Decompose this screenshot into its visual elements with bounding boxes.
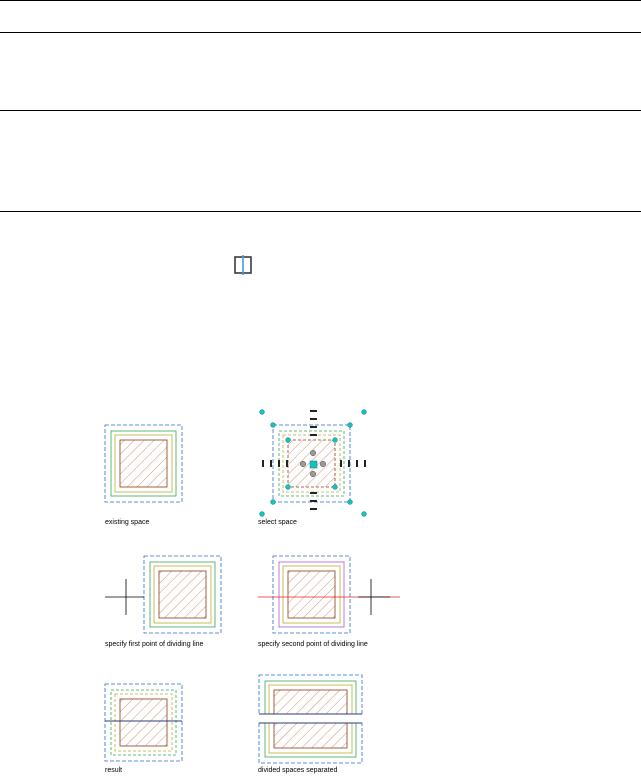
caption-result: result bbox=[105, 767, 123, 774]
figure-result bbox=[104, 683, 183, 762]
caption-existing-space: existing space bbox=[105, 519, 150, 526]
figure-separated bbox=[258, 674, 363, 764]
figure-first-point bbox=[105, 555, 222, 634]
figure-second-point bbox=[258, 555, 400, 634]
caption-separated: divided spaces separated bbox=[258, 767, 338, 774]
caption-first-point: specify first point of dividing line bbox=[105, 641, 204, 648]
figure-existing-space bbox=[104, 424, 183, 503]
divide-space-figure bbox=[0, 0, 641, 783]
caption-select-space: select space bbox=[258, 519, 297, 526]
figure-select-space bbox=[259, 409, 367, 517]
caption-second-point: specify second point of dividing line bbox=[258, 641, 368, 648]
